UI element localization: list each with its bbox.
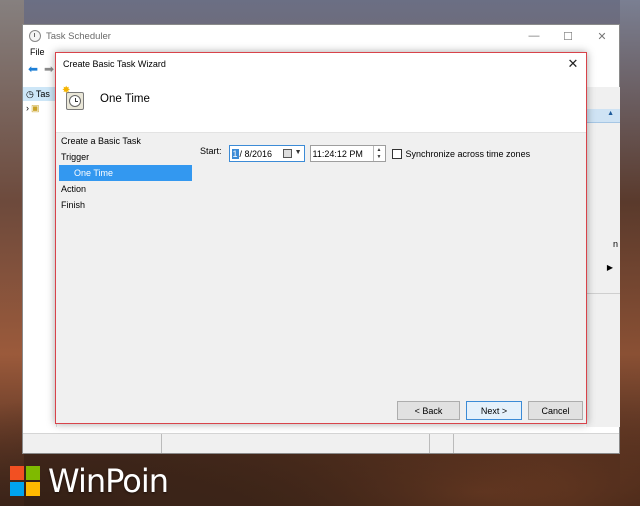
wizard-title-bar: Create Basic Task Wizard <box>56 53 586 75</box>
tree-item-label: Tas <box>35 89 50 99</box>
calendar-icon[interactable] <box>282 149 292 158</box>
menu-file[interactable]: File <box>30 47 45 57</box>
status-divider <box>429 434 430 453</box>
sync-time-zones-label[interactable]: Synchronize across time zones <box>406 149 531 159</box>
main-window-title: Task Scheduler <box>46 30 111 42</box>
step-trigger: Trigger <box>61 152 90 162</box>
wizard-title: Create Basic Task Wizard <box>63 59 166 69</box>
submenu-arrow-icon[interactable]: ▶ <box>607 263 613 272</box>
wizard-steps: Create a Basic Task Trigger One Time Act… <box>56 133 196 213</box>
status-divider <box>161 434 162 453</box>
date-month[interactable]: 1 <box>231 148 239 159</box>
step-one-time: One Time <box>59 165 192 181</box>
date-rest[interactable]: / 8/2016 <box>240 149 273 159</box>
wizard-buttons: < Back Next > Cancel <box>397 401 586 420</box>
start-time-input[interactable]: 11:24:12 PM ▲ ▼ <box>309 145 386 162</box>
sync-time-zones-checkbox[interactable] <box>391 148 402 159</box>
back-button[interactable]: < Back <box>397 401 460 420</box>
start-label: Start: <box>200 145 222 156</box>
status-bar <box>23 433 619 453</box>
minimize-button[interactable]: — <box>517 25 551 47</box>
time-value[interactable]: 11:24:12 PM <box>313 149 363 159</box>
clock-icon <box>29 30 41 42</box>
close-button[interactable]: ✕ <box>585 25 619 47</box>
tree-item-task-scheduler[interactable]: ◷ Tas <box>23 87 56 101</box>
actions-pane: n ▶ <box>586 87 620 427</box>
step-finish: Finish <box>61 200 86 210</box>
maximize-button[interactable]: ☐ <box>551 25 585 47</box>
spin-down-icon[interactable]: ▼ <box>374 154 385 162</box>
winpoin-logo: WinPoin <box>10 462 169 500</box>
chevron-down-icon[interactable]: ▼ <box>295 149 302 156</box>
back-arrow-icon[interactable]: ⬅ <box>26 62 40 76</box>
wizard-heading: One Time <box>100 92 150 105</box>
status-divider <box>453 434 454 453</box>
spin-up-icon[interactable]: ▲ <box>374 146 385 154</box>
windows-logo-icon <box>10 466 40 496</box>
forward-arrow-icon[interactable]: ➡ <box>42 62 56 76</box>
create-basic-task-wizard: Create Basic Task Wizard ✕ ✸ One Time Cr… <box>55 52 587 424</box>
navigation-tree: ◷ Tas › ▣ <box>23 87 57 427</box>
new-task-clock-icon: ✸ <box>62 85 86 112</box>
step-action: Action <box>61 184 87 194</box>
actions-header[interactable] <box>586 109 620 123</box>
wizard-close-button[interactable]: ✕ <box>565 56 581 72</box>
window-controls: — ☐ ✕ <box>517 25 619 47</box>
clock-icon: ◷ <box>26 88 34 99</box>
folder-icon: ▣ <box>31 102 40 113</box>
chevron-right-icon[interactable]: › <box>26 103 29 113</box>
start-date-picker[interactable]: 1 / 8/2016 ▼ <box>228 145 305 162</box>
start-row: Start: 1 / 8/2016 ▼ 11:24:12 PM ▲ ▼ Sync… <box>200 145 530 162</box>
next-button[interactable]: Next > <box>466 401 522 420</box>
cancel-button[interactable]: Cancel <box>528 401 583 420</box>
divider <box>586 293 620 294</box>
wizard-header: ✸ One Time <box>56 75 586 133</box>
actions-text-fragment: n <box>613 239 619 249</box>
tree-item-library[interactable]: › ▣ <box>23 101 56 115</box>
step-create-basic-task: Create a Basic Task <box>61 136 141 146</box>
time-spinner[interactable]: ▲ ▼ <box>372 146 385 162</box>
logo-text: WinPoin <box>48 462 169 500</box>
